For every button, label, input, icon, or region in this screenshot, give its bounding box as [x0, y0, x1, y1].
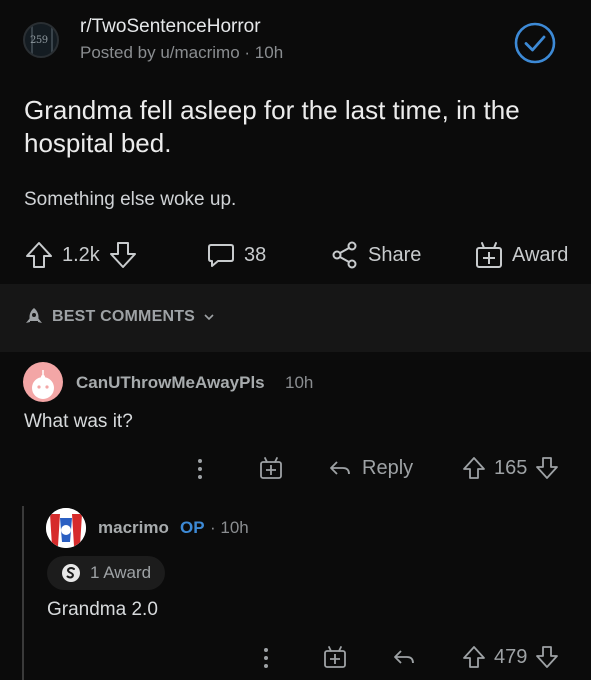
avatar[interactable] [46, 508, 86, 548]
reply-vote-group: 479 [462, 645, 559, 669]
share-label: Share [368, 243, 422, 266]
award-button[interactable]: Award [474, 240, 568, 270]
silver-award-icon [61, 563, 81, 583]
comments-button[interactable]: 38 [206, 240, 266, 270]
thread-line[interactable] [22, 506, 24, 680]
reply-arrow-icon [328, 456, 352, 480]
post-body: Something else woke up. [24, 189, 237, 210]
reply-label: Reply [362, 456, 414, 479]
op-badge: OP [180, 518, 205, 537]
reply-arrow-icon[interactable] [392, 645, 416, 669]
comment-username[interactable]: CanUThrowMeAwayPls [76, 373, 265, 393]
subreddit-name[interactable]: r/TwoSentenceHorror [80, 16, 261, 38]
chevron-down-icon [203, 311, 215, 323]
share-button[interactable]: Share [330, 240, 421, 270]
award-count: 1 Award [90, 563, 152, 582]
comment-bubble-icon [206, 240, 236, 270]
comment-vote-count: 165 [494, 456, 528, 479]
comment-text: What was it? [24, 411, 133, 432]
downvote-icon[interactable] [108, 240, 138, 270]
reply-button[interactable]: Reply [328, 456, 413, 480]
more-options-icon[interactable] [262, 647, 270, 669]
reply-text: Grandma 2.0 [47, 599, 158, 620]
downvote-icon[interactable] [535, 645, 559, 669]
share-icon [330, 240, 360, 270]
subreddit-avatar-text: 259 [30, 35, 48, 46]
posted-by[interactable]: Posted by u/macrimo · 10h [80, 43, 283, 63]
upvote-icon[interactable] [462, 456, 486, 480]
award-badge[interactable]: 1 Award [47, 556, 166, 590]
comment-sort-label: BEST COMMENTS [52, 308, 196, 325]
post-vote-count: 1.2k [62, 243, 100, 266]
comment-count: 38 [244, 243, 267, 266]
upvote-icon[interactable] [24, 240, 54, 270]
comment-timestamp: 10h [285, 373, 314, 392]
avatar[interactable] [23, 362, 63, 402]
reply-vote-count: 479 [494, 645, 528, 668]
award-gift-icon [474, 240, 504, 270]
downvote-icon[interactable] [535, 456, 559, 480]
reply-timestamp: · 10h [210, 518, 249, 537]
join-check-icon[interactable] [513, 21, 557, 65]
rocket-icon [24, 307, 44, 327]
award-gift-icon[interactable] [322, 644, 348, 670]
upvote-icon[interactable] [462, 645, 486, 669]
comment-vote-group: 165 [462, 456, 559, 480]
post-title[interactable]: Grandma fell asleep for the last time, i… [24, 94, 584, 160]
more-options-icon[interactable] [196, 458, 204, 480]
post-vote-group: 1.2k [24, 240, 138, 270]
subreddit-avatar[interactable]: 259 [23, 22, 59, 58]
reply-username[interactable]: macrimo [98, 518, 169, 538]
award-gift-icon[interactable] [258, 455, 284, 481]
award-label: Award [512, 243, 569, 266]
comment-sort-dropdown[interactable]: BEST COMMENTS [24, 307, 215, 327]
